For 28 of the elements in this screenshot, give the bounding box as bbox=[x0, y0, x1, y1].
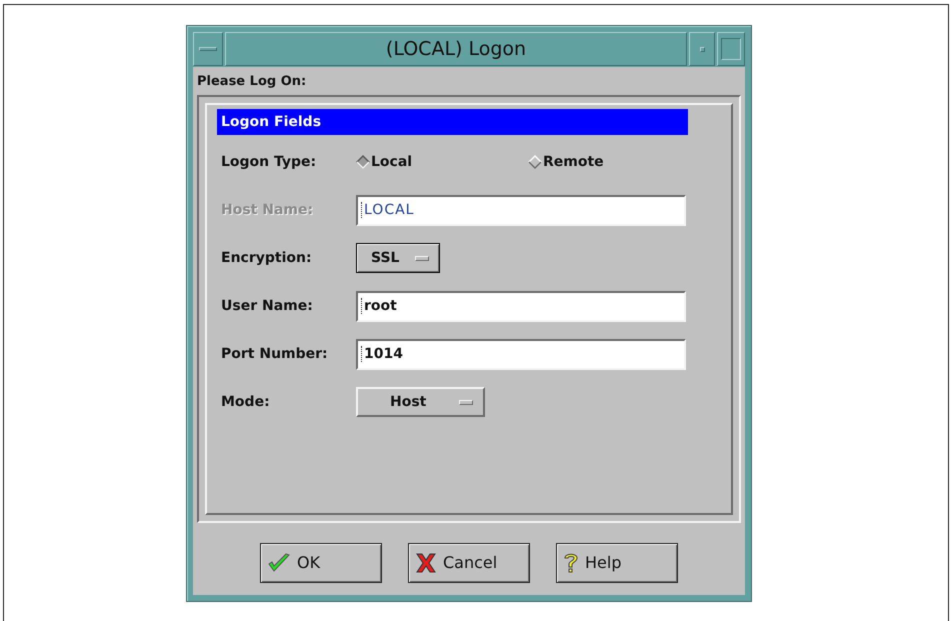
dialog-button[interactable]: Help bbox=[556, 543, 678, 583]
dialog-button[interactable]: OK bbox=[260, 543, 382, 583]
prompt-text: Please Log On: bbox=[196, 73, 308, 91]
option-indicator-icon bbox=[415, 256, 429, 260]
window-menu-button[interactable] bbox=[193, 32, 223, 66]
text-field[interactable]: root bbox=[356, 290, 686, 322]
option-indicator-icon bbox=[459, 400, 473, 404]
option-menu-button[interactable]: Host bbox=[356, 387, 485, 417]
cross-icon bbox=[415, 552, 437, 574]
radio-diamond-icon[interactable] bbox=[356, 155, 370, 169]
dialog-button[interactable]: Cancel bbox=[408, 543, 530, 583]
question-mark-icon bbox=[563, 552, 579, 574]
minus-bar-icon bbox=[199, 47, 217, 51]
field-label: Port Number: bbox=[221, 344, 329, 364]
option-menu-button[interactable]: SSL bbox=[356, 243, 440, 273]
text-field[interactable]: 1014 bbox=[356, 338, 686, 370]
radio-label[interactable]: Local bbox=[371, 152, 412, 172]
square-icon bbox=[721, 38, 741, 60]
maximize-button[interactable] bbox=[717, 32, 745, 66]
minimize-button[interactable] bbox=[689, 32, 715, 66]
field-label: Mode: bbox=[221, 392, 271, 412]
checkmark-icon bbox=[267, 552, 291, 574]
group-title: Logon Fields bbox=[217, 109, 688, 135]
window-title: (LOCAL) Logon bbox=[225, 32, 687, 66]
field-label: Encryption: bbox=[221, 248, 313, 268]
field-label: Logon Type: bbox=[221, 152, 318, 172]
radio-label[interactable]: Remote bbox=[543, 152, 604, 172]
field-label: User Name: bbox=[221, 296, 314, 316]
